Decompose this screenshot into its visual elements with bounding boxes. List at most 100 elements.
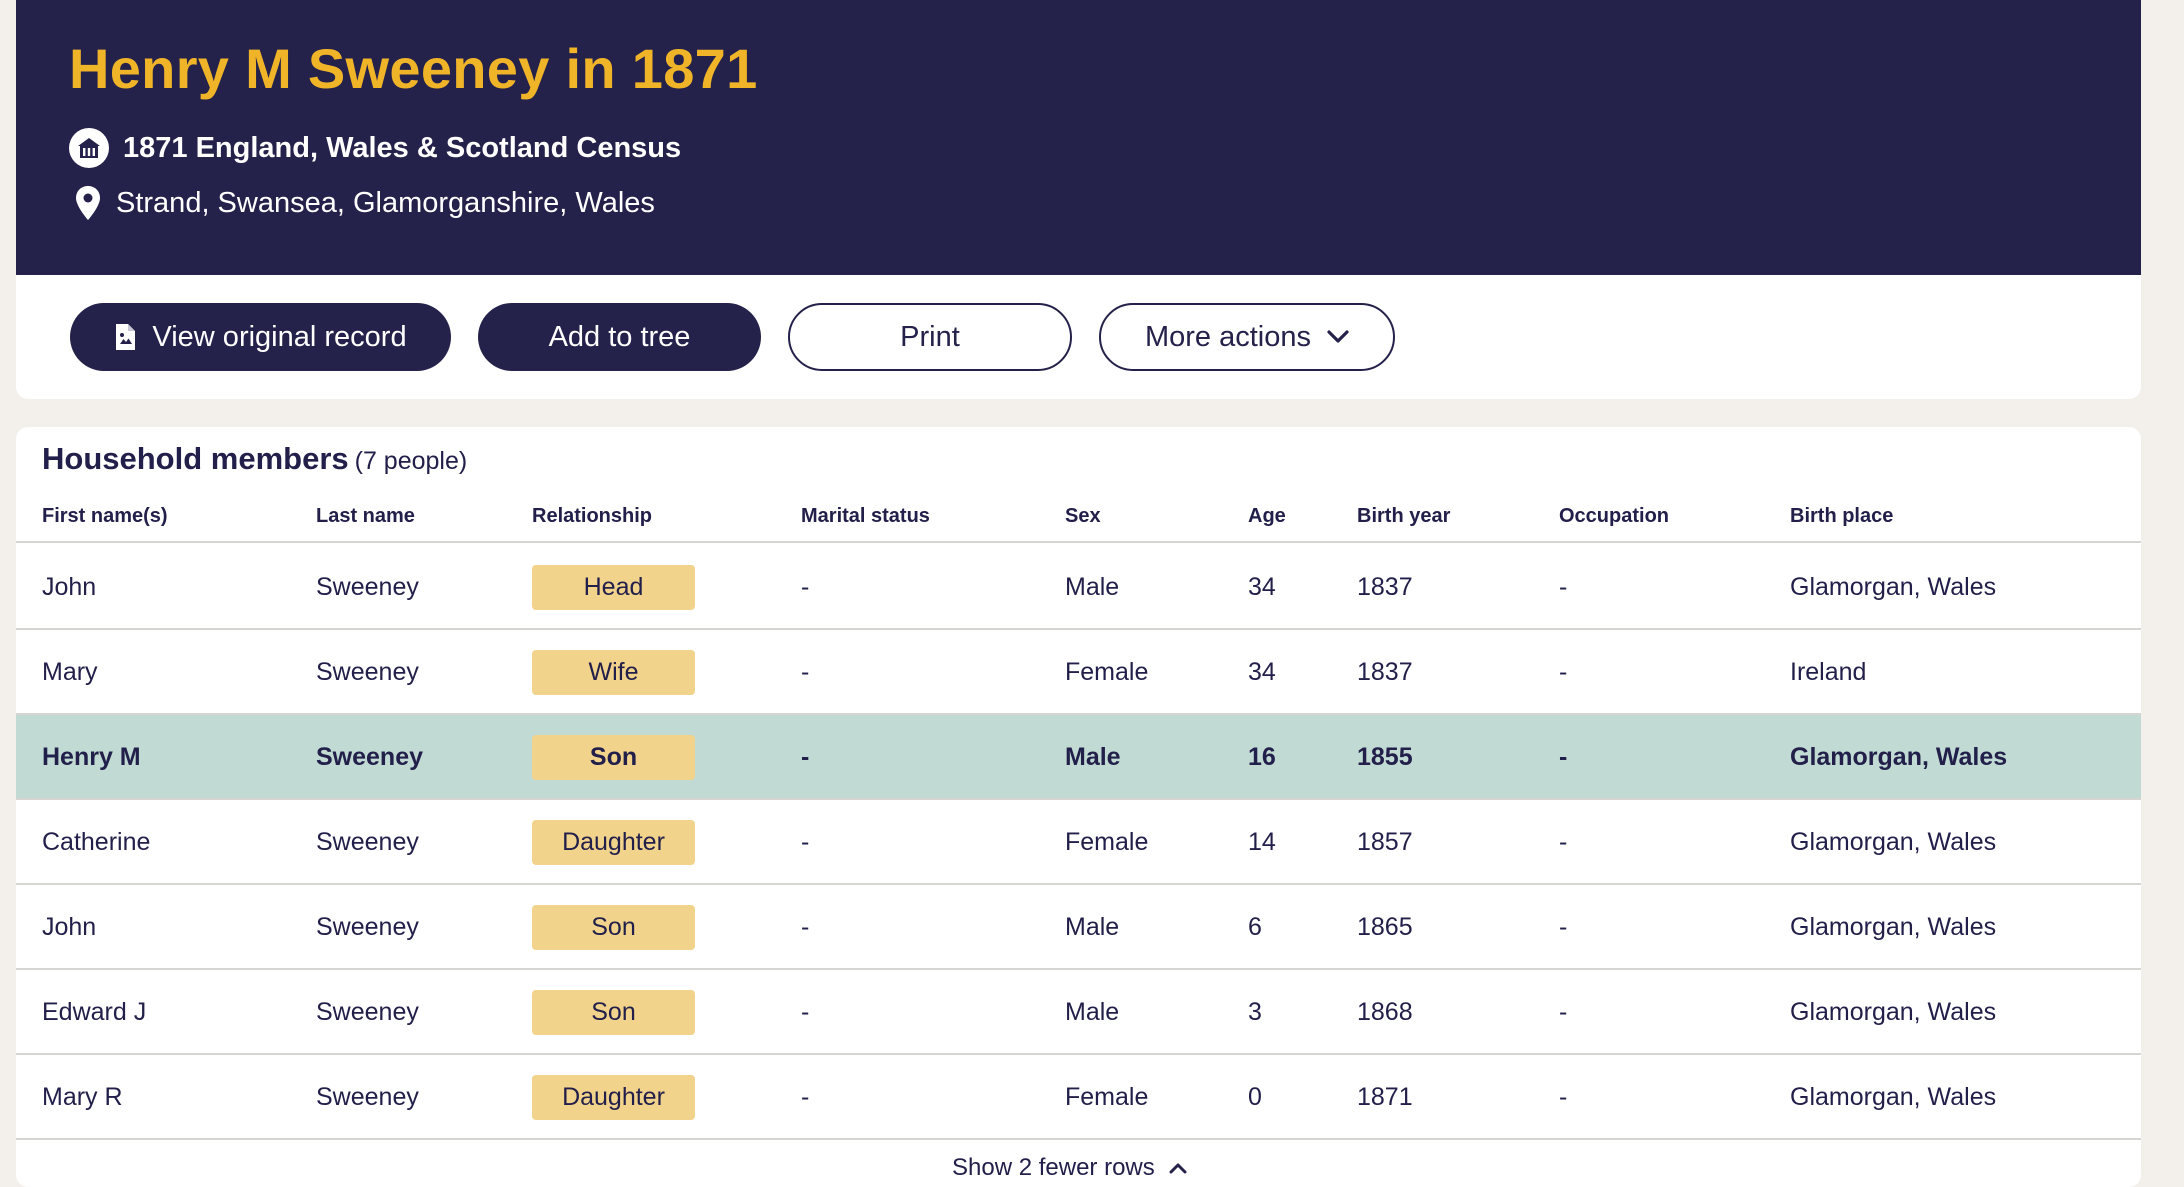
age-cell: 14 <box>1248 828 1276 856</box>
household-members-card: Household members (7 people) First name(… <box>16 427 2141 1187</box>
birth-place-cell: Glamorgan, Wales <box>1790 573 1997 601</box>
location-pin-icon <box>76 186 100 220</box>
sex-cell: Female <box>1065 658 1149 686</box>
relationship-cell: Wife <box>532 630 695 715</box>
first-name-cell[interactable]: Edward J <box>42 970 146 1055</box>
print-button[interactable]: Print <box>788 303 1072 371</box>
household-heading: Household members (7 people) <box>42 441 467 477</box>
first-name-cell[interactable]: John <box>42 545 96 630</box>
col-occupation: Occupation <box>1559 505 1670 527</box>
relationship-badge: Son <box>532 735 695 780</box>
more-actions-label: More actions <box>1144 320 1311 353</box>
relationship-cell: Son <box>532 885 695 970</box>
occupation-cell: - <box>1559 998 1568 1026</box>
birth-year-cell: 1837 <box>1357 573 1413 601</box>
first-name-cell[interactable]: Henry M <box>42 715 141 800</box>
col-birth-year: Birth year <box>1357 505 1451 527</box>
table-row[interactable]: John Sweeney Head - Male 34 1837 - Glamo… <box>16 545 2141 630</box>
birth-year-cell: 1837 <box>1357 658 1413 686</box>
birth-place-cell: Glamorgan, Wales <box>1790 998 1997 1026</box>
first-name-cell[interactable]: Mary <box>42 630 98 715</box>
last-name-cell: Sweeney <box>316 998 419 1026</box>
age-cell: 34 <box>1248 658 1276 686</box>
first-name-cell[interactable]: Catherine <box>42 800 150 885</box>
house-icon <box>69 128 109 168</box>
location-text: Strand, Swansea, Glamorganshire, Wales <box>116 186 655 219</box>
relationship-badge: Wife <box>532 650 695 695</box>
view-original-label: View original record <box>152 320 407 353</box>
birth-year-cell: 1857 <box>1357 828 1413 856</box>
first-name-cell[interactable]: John <box>42 885 96 970</box>
birth-place-cell: Glamorgan, Wales <box>1790 913 1997 941</box>
sex-cell: Male <box>1065 913 1120 941</box>
table-header: First name(s) Last name Relationship Mar… <box>16 503 2141 543</box>
age-cell: 0 <box>1248 1083 1262 1111</box>
collection-line: 1871 England, Wales & Scotland Census <box>69 128 681 168</box>
marital-status-cell: - <box>801 828 810 856</box>
age-cell: 34 <box>1248 573 1276 601</box>
collection-name[interactable]: 1871 England, Wales & Scotland Census <box>123 132 681 165</box>
marital-status-cell: - <box>801 1083 810 1111</box>
birth-place-cell: Glamorgan, Wales <box>1790 828 1997 856</box>
last-name-cell: Sweeney <box>316 658 419 686</box>
occupation-cell: - <box>1559 913 1568 941</box>
last-name-cell: Sweeney <box>316 828 419 856</box>
birth-year-cell: 1868 <box>1357 998 1413 1026</box>
sex-cell: Male <box>1065 998 1120 1026</box>
sex-cell: Female <box>1065 1083 1149 1111</box>
occupation-cell: - <box>1559 828 1568 856</box>
action-bar: View original record Add to tree Print M… <box>16 275 2141 399</box>
birth-place-cell: Glamorgan, Wales <box>1790 1083 1997 1111</box>
marital-status-cell: - <box>801 573 810 601</box>
col-sex: Sex <box>1065 505 1101 527</box>
age-cell: 6 <box>1248 913 1262 941</box>
show-fewer-rows-toggle[interactable]: Show 2 fewer rows <box>952 1154 1187 1182</box>
show-rows-label: Show 2 fewer rows <box>952 1154 1155 1181</box>
relationship-badge: Head <box>532 565 695 610</box>
relationship-cell: Son <box>532 970 695 1055</box>
record-header: Henry M Sweeney in 1871 1871 England, Wa… <box>16 0 2141 275</box>
household-title: Household members <box>42 441 349 476</box>
view-original-record-button[interactable]: View original record <box>70 303 451 371</box>
sex-cell: Female <box>1065 828 1149 856</box>
col-age: Age <box>1248 505 1286 527</box>
occupation-cell: - <box>1559 743 1568 771</box>
table-row[interactable]: Edward J Sweeney Son - Male 3 1868 - Gla… <box>16 970 2141 1055</box>
col-marital-status: Marital status <box>801 505 930 527</box>
birth-year-cell: 1871 <box>1357 1083 1413 1111</box>
birth-place-cell: Ireland <box>1790 658 1867 686</box>
table-row[interactable]: Catherine Sweeney Daughter - Female 14 1… <box>16 800 2141 885</box>
marital-status-cell: - <box>801 743 810 771</box>
birth-year-cell: 1855 <box>1357 743 1413 771</box>
relationship-badge: Son <box>532 990 695 1035</box>
last-name-cell: Sweeney <box>316 743 424 771</box>
relationship-cell: Head <box>532 545 695 630</box>
table-row[interactable]: Mary Sweeney Wife - Female 34 1837 - Ire… <box>16 630 2141 715</box>
relationship-cell: Daughter <box>532 800 695 885</box>
table-row[interactable]: Mary R Sweeney Daughter - Female 0 1871 … <box>16 1055 2141 1140</box>
more-actions-button[interactable]: More actions <box>1099 303 1395 371</box>
occupation-cell: - <box>1559 658 1568 686</box>
relationship-badge: Son <box>532 905 695 950</box>
age-cell: 3 <box>1248 998 1262 1026</box>
last-name-cell: Sweeney <box>316 1083 419 1111</box>
sex-cell: Male <box>1065 573 1120 601</box>
print-label: Print <box>900 320 960 353</box>
first-name-cell[interactable]: Mary R <box>42 1055 123 1140</box>
add-to-tree-label: Add to tree <box>548 320 691 353</box>
birth-place-cell: Glamorgan, Wales <box>1790 743 2008 771</box>
table-row[interactable]: John Sweeney Son - Male 6 1865 - Glamorg… <box>16 885 2141 970</box>
col-birth-place: Birth place <box>1790 505 1894 527</box>
last-name-cell: Sweeney <box>316 913 419 941</box>
col-first-name: First name(s) <box>42 505 168 527</box>
col-last-name: Last name <box>316 505 415 527</box>
col-relationship: Relationship <box>532 505 653 527</box>
add-to-tree-button[interactable]: Add to tree <box>478 303 761 371</box>
document-icon <box>114 323 136 351</box>
page-title: Henry M Sweeney in 1871 <box>69 37 758 100</box>
household-count: (7 people) <box>354 447 468 475</box>
sex-cell: Male <box>1065 743 1121 771</box>
table-row-current-person[interactable]: Henry M Sweeney Son - Male 16 1855 - Gla… <box>16 715 2141 800</box>
last-name-cell: Sweeney <box>316 573 419 601</box>
birth-year-cell: 1865 <box>1357 913 1413 941</box>
